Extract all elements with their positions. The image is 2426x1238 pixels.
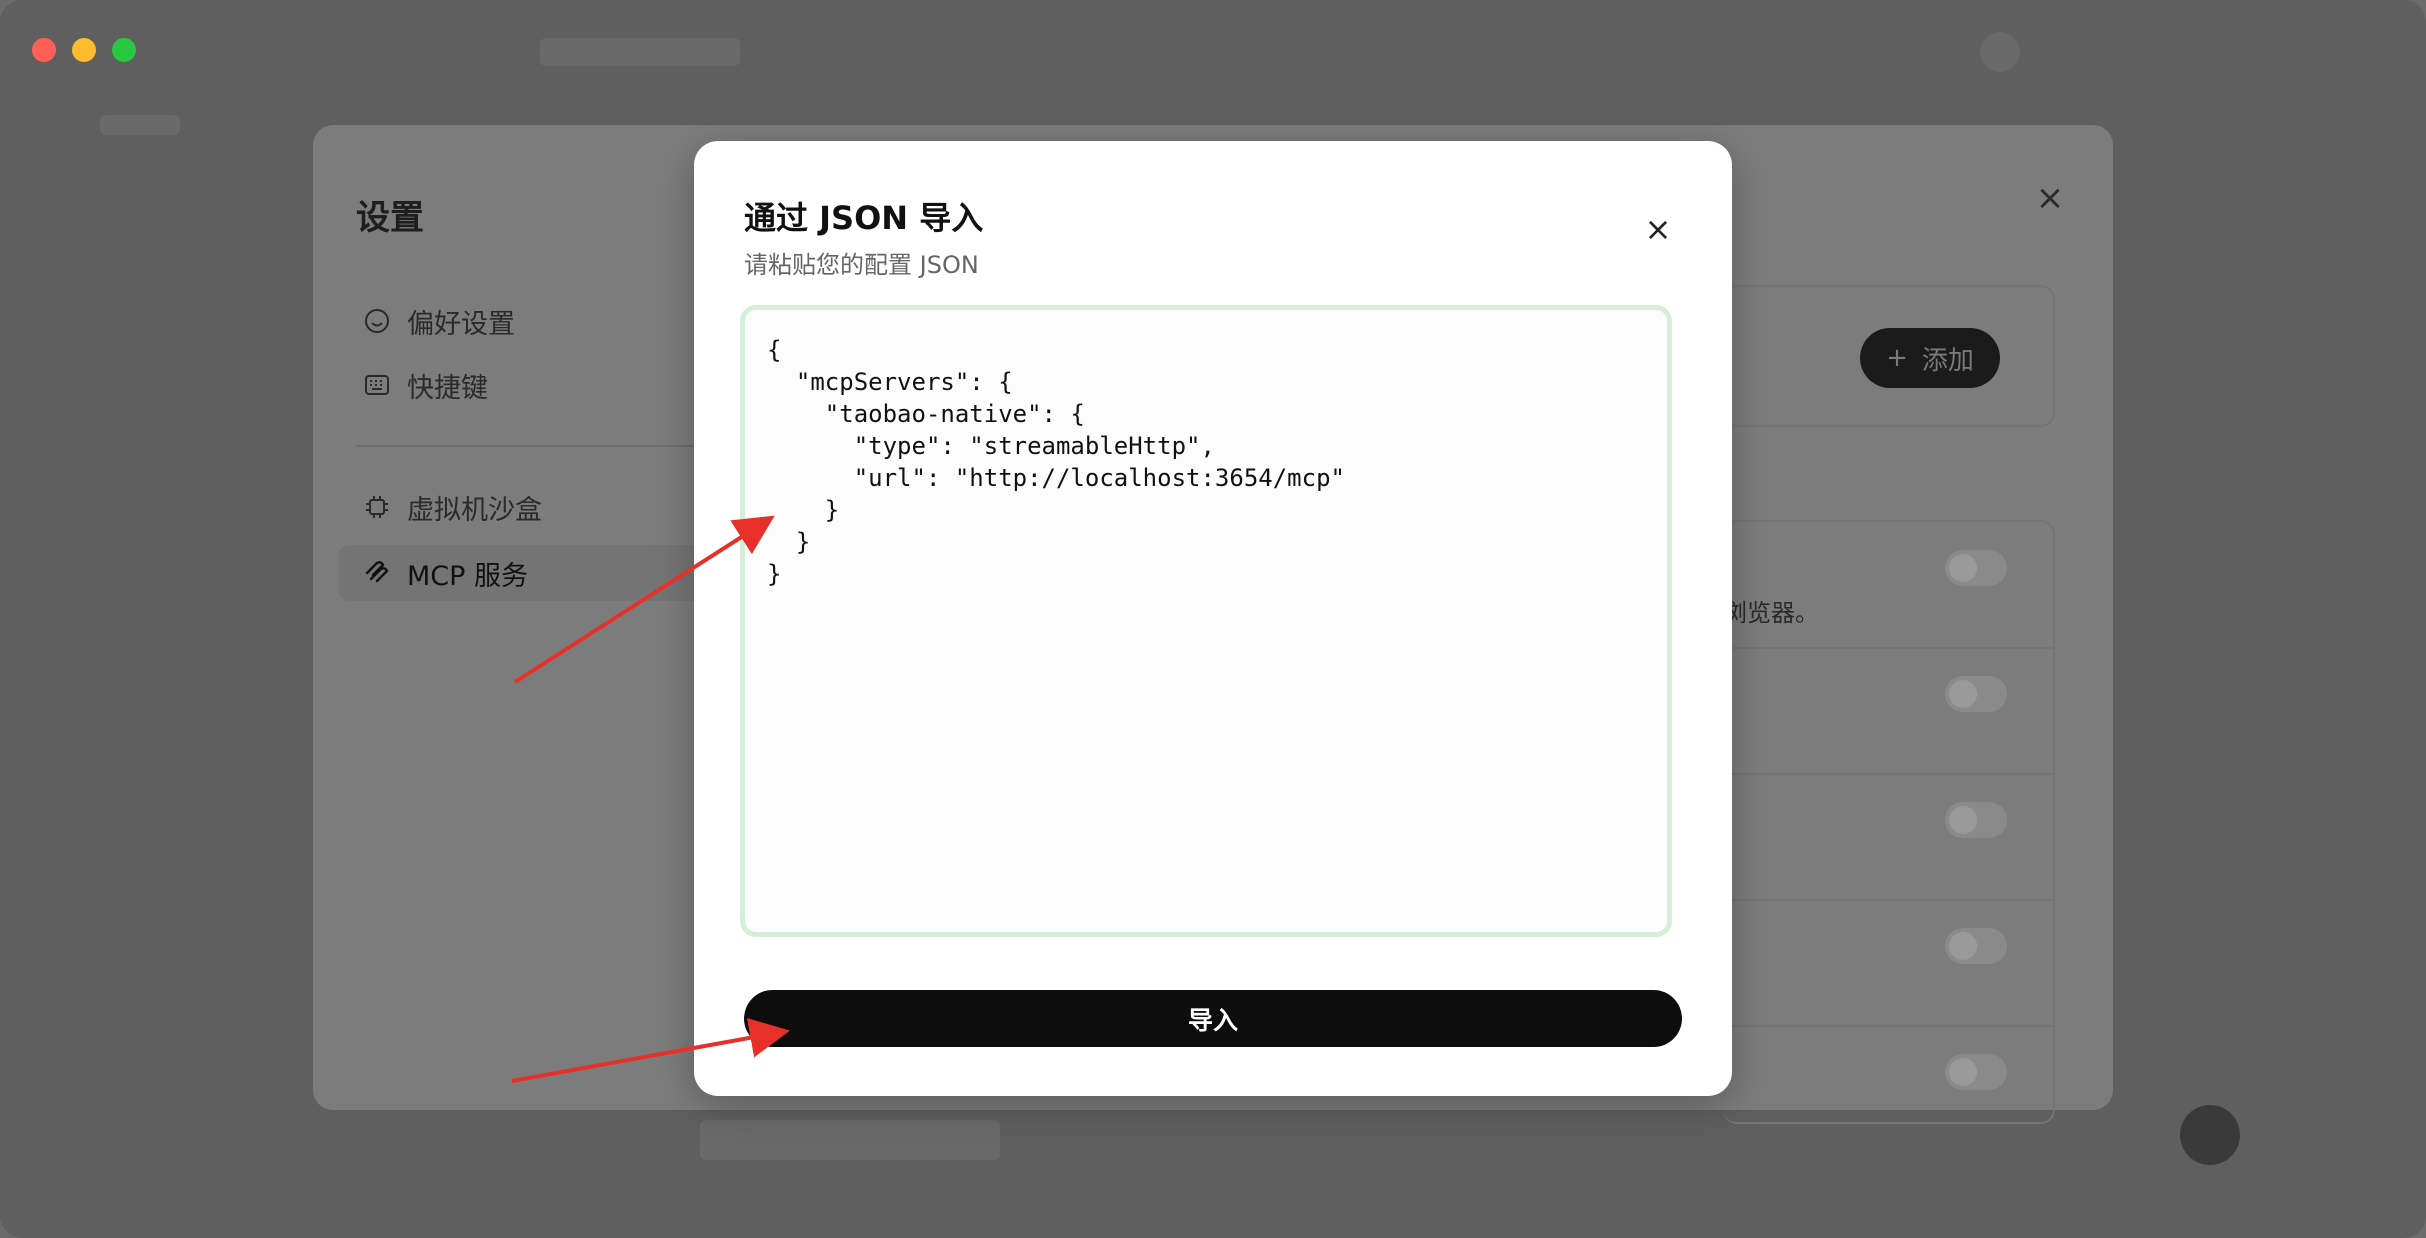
list-divider	[1723, 899, 2053, 901]
nav-item-shortcuts[interactable]: 快捷键	[363, 360, 488, 410]
import-button[interactable]: 导入	[744, 990, 1682, 1047]
row-description: 浏览器。	[1723, 599, 1819, 627]
nav-item-vm-sandbox[interactable]: 虚拟机沙盒	[363, 482, 542, 532]
background-input	[700, 1120, 1000, 1160]
mcp-icon	[363, 559, 391, 587]
list-divider	[1723, 773, 2053, 775]
server-toggle[interactable]	[1945, 802, 2007, 838]
nav-item-label: 偏好设置	[407, 308, 515, 340]
add-button[interactable]: + 添加	[1860, 328, 2000, 388]
background-toolbar	[540, 38, 740, 66]
modal-close-button[interactable]: ×	[1638, 209, 1678, 249]
window-minimize-button[interactable]	[72, 38, 96, 62]
window-close-button[interactable]	[32, 38, 56, 62]
nav-item-label: 虚拟机沙盒	[407, 494, 542, 526]
server-toggle[interactable]	[1945, 1054, 2007, 1090]
nav-item-preferences[interactable]: 偏好设置	[363, 296, 515, 346]
settings-title: 设置	[356, 198, 424, 238]
smile-icon	[363, 307, 391, 335]
nav-divider	[356, 445, 736, 447]
json-import-modal: 通过 JSON 导入 请粘贴您的配置 JSON × { "mcpServers"…	[694, 141, 1732, 1096]
plus-icon: +	[1886, 343, 1908, 373]
app-window: 设置 偏好设置 快捷键 虚拟机沙盒 MCP 服务 × + 添加 浏览器。 通过 …	[0, 0, 2426, 1238]
server-toggle[interactable]	[1945, 550, 2007, 586]
nav-item-label: MCP 服务	[407, 560, 529, 592]
modal-subtitle: 请粘贴您的配置 JSON	[744, 251, 979, 279]
chip-icon	[363, 493, 391, 521]
nav-item-mcp[interactable]: MCP 服务	[363, 548, 528, 598]
settings-close-button[interactable]: ×	[2030, 178, 2070, 218]
background-badge	[1980, 32, 2020, 72]
server-toggle[interactable]	[1945, 676, 2007, 712]
background-sidebar-item	[100, 115, 180, 135]
json-config-textarea[interactable]: { "mcpServers": { "taobao-native": { "ty…	[740, 305, 1672, 937]
nav-item-label: 快捷键	[407, 372, 488, 404]
add-button-label: 添加	[1921, 345, 1974, 376]
list-divider	[1723, 647, 2053, 649]
modal-title: 通过 JSON 导入	[744, 199, 984, 237]
background-send-button	[2180, 1105, 2240, 1165]
keyboard-icon	[363, 371, 391, 399]
list-divider	[1723, 1025, 2053, 1027]
server-toggle[interactable]	[1945, 928, 2007, 964]
window-maximize-button[interactable]	[112, 38, 136, 62]
